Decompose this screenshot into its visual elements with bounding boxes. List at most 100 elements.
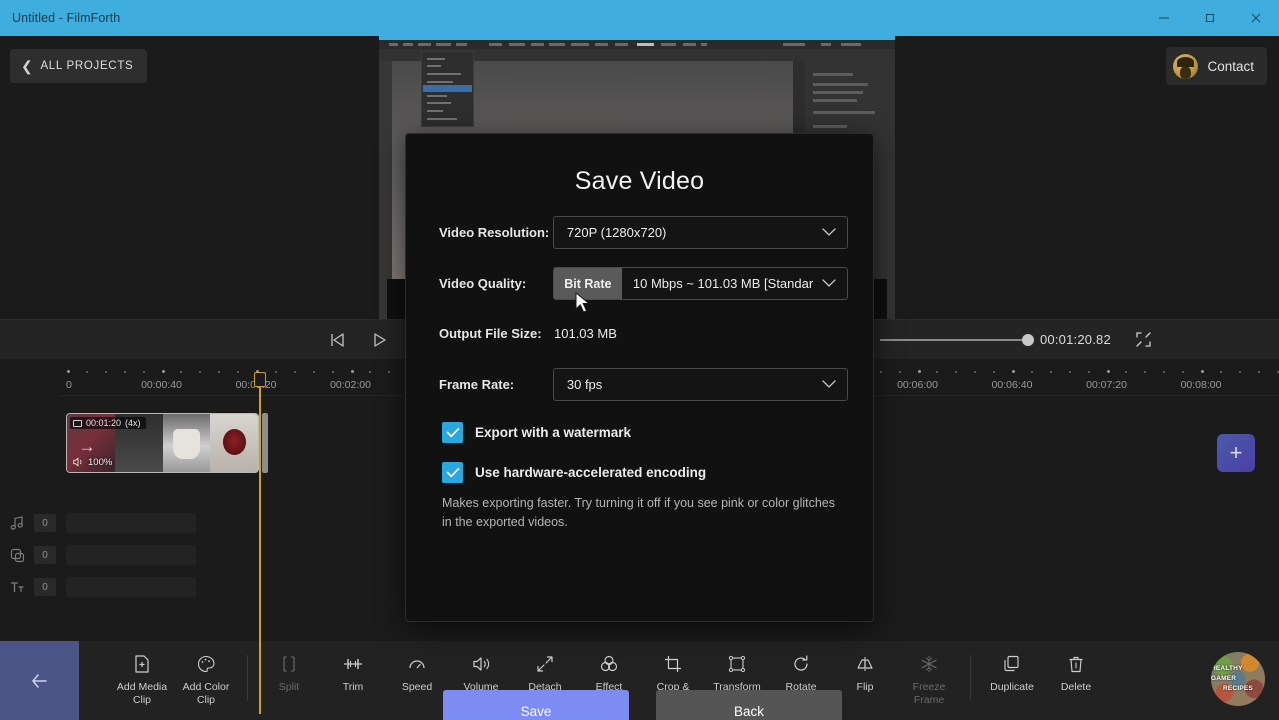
tool-speed[interactable]: Speed [385,641,449,694]
ruler-minor-tick [180,371,183,373]
contact-button[interactable]: Contact [1166,47,1267,85]
chevron-left-icon: ❮ [21,58,34,74]
check-icon [446,427,459,438]
ruler-label: 00:06:00 [897,379,938,391]
watermark-checkbox-row[interactable]: Export with a watermark [442,422,631,443]
dialog-buttons: Save Back [443,690,842,720]
tool-label-2: Clip [196,694,216,707]
ruler-minor-tick [293,371,296,373]
ruler-minor-tick [1219,371,1222,373]
resolution-select[interactable]: 720P (1280x720) [552,216,848,249]
fullscreen-icon[interactable] [1135,331,1152,348]
tool-add-media-clip[interactable]: Add Media Clip [110,641,174,707]
text-track-lane[interactable] [66,577,196,597]
ruler-minor-tick [1238,371,1241,373]
skip-previous-icon[interactable] [325,328,349,352]
tool-transform[interactable]: Transform [705,641,769,694]
clip-trim-handle[interactable] [262,413,268,473]
quality-select[interactable]: Bit Rate 10 Mbps ~ 101.03 MB [Standar [552,267,848,300]
tool-label: Freeze [912,681,946,693]
ruler-minor-tick [936,371,939,373]
tool-label: Add Media [116,681,168,693]
quality-label: Video Quality: [439,276,527,291]
toolbar-divider [247,655,248,701]
play-icon[interactable] [367,328,391,352]
tool-flip[interactable]: Flip [833,641,897,694]
clip-speed: (4x) [125,418,141,428]
tool-label-2: Frame [913,694,945,707]
playhead[interactable] [254,372,266,714]
rotate-icon [791,653,811,675]
watermark-label: Export with a watermark [475,425,632,440]
ruler-minor-tick [199,371,202,373]
tool-duplicate[interactable]: Duplicate [980,641,1044,694]
all-projects-button[interactable]: ❮ ALL PROJECTS [10,49,148,83]
tool-volume[interactable]: Volume [449,641,513,694]
ruler-minor-tick [1182,371,1185,373]
zoom-slider-track[interactable] [880,333,1034,346]
tool-trim[interactable]: Trim [321,641,385,694]
delete-icon [1066,653,1086,675]
back-dialog-button[interactable]: Back [656,690,842,720]
tool-split[interactable]: Split [257,641,321,694]
tool-effect[interactable]: Effect [577,641,641,694]
ruler-minor-tick [879,371,882,373]
ruler-major-tick [1012,370,1015,373]
ruler-minor-tick [1030,371,1033,373]
detach-audio-icon [535,653,555,675]
framerate-select[interactable]: 30 fps [552,368,848,401]
ruler-major-tick [161,370,165,373]
output-size-value: 101.03 MB [554,326,617,341]
window-titlebar: Untitled - FilmForth [0,0,1279,36]
volume-icon [471,653,491,675]
audio-track-lane[interactable] [66,513,196,533]
chevron-down-icon [822,275,836,293]
tool-add-color-clip[interactable]: Add Color Clip [174,641,238,707]
ruler-minor-tick [955,371,958,373]
resolution-value: 720P (1280x720) [566,225,667,240]
speed-icon [407,653,427,675]
trim-icon [342,653,364,675]
add-track-button[interactable]: + [1217,434,1255,472]
back-label: Back [733,704,764,719]
tool-label: Speed [401,681,433,693]
close-button[interactable] [1233,0,1279,36]
window-title: Untitled - FilmForth [12,11,121,25]
tool-rotate[interactable]: Rotate [769,641,833,694]
text-icon [0,579,34,596]
video-clip[interactable]: 00:01:20 (4x) 100% [66,413,259,473]
save-button[interactable]: Save [443,690,629,720]
hwaccel-checkbox[interactable] [442,462,463,483]
tool-freeze-frame[interactable]: Freeze Frame [897,641,961,707]
watermark-checkbox[interactable] [442,422,463,443]
output-size-label: Output File Size: [439,326,542,341]
ruler-minor-tick [1163,371,1166,373]
video-icon [73,419,82,427]
hwaccel-checkbox-row[interactable]: Use hardware-accelerated encoding [442,462,706,483]
zoom-slider-handle[interactable] [1022,333,1034,346]
dialog-title: Save Video [574,167,705,195]
flip-icon [854,653,876,675]
maximize-button[interactable] [1187,0,1233,36]
tool-label: Delete [1060,681,1092,693]
timeline-zoom-slider[interactable]: 00:01:20.82 [880,331,1152,348]
minimize-button[interactable] [1141,0,1187,36]
current-timecode: 00:01:20.82 [1040,332,1111,347]
clip-thumbnail [162,414,211,472]
music-note-icon [0,515,34,532]
chevron-down-icon [822,376,836,394]
mouse-cursor [575,291,592,321]
output-size-row: Output File Size: 101.03 MB [439,326,848,341]
crop-motion-icon [663,653,683,675]
overlay-track-lane[interactable] [66,545,196,565]
resolution-row: Video Resolution: 720P (1280x720) [439,216,848,249]
playhead-handle[interactable] [254,372,266,387]
tool-delete[interactable]: Delete [1044,641,1108,694]
ruler-minor-tick [898,371,901,373]
ruler-minor-tick [104,371,107,373]
effect-icon [599,653,619,675]
ruler-minor-tick [1087,371,1090,373]
overlay-icon [0,547,34,564]
back-button[interactable] [0,641,79,720]
clip-duration: 00:01:20 [86,418,122,428]
